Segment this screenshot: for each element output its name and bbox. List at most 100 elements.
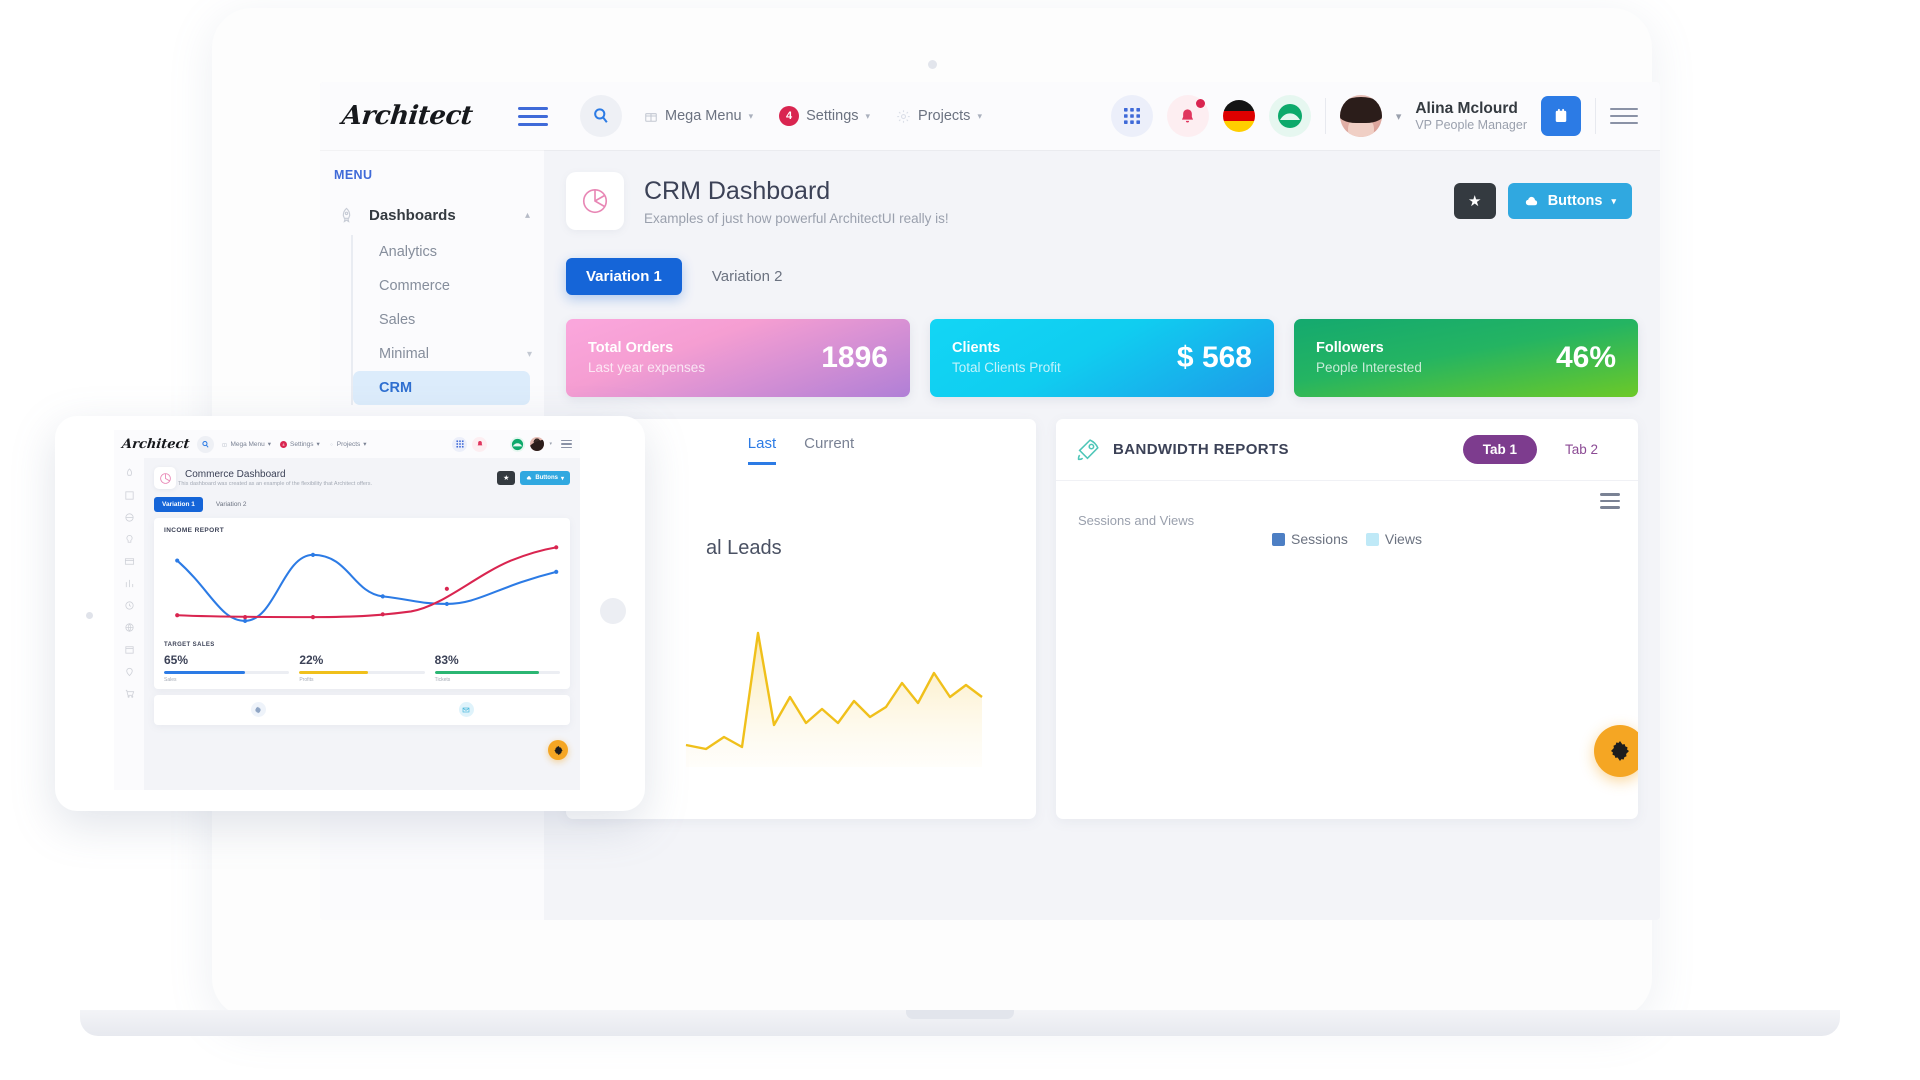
pin-icon[interactable] xyxy=(124,666,135,677)
tab-2[interactable]: Tab 2 xyxy=(1545,435,1618,464)
nav-item-mega-menu[interactable]: Mega Menu ▾ xyxy=(644,108,753,124)
app-logo[interactable]: Architect xyxy=(340,101,519,131)
header-right-actions: ▾ Alina Mclourd VP People Manager xyxy=(1110,95,1638,137)
user-menu-chevron-icon[interactable]: ▾ xyxy=(1396,110,1402,123)
tablet-search-icon[interactable] xyxy=(197,435,215,453)
stat-card-total-orders[interactable]: Total Orders Last year expenses 1896 xyxy=(566,319,910,397)
tablet-avatar[interactable] xyxy=(530,437,545,451)
tablet-tab-variation-2[interactable]: Variation 2 xyxy=(208,497,255,512)
metric-value-tickets: 83% xyxy=(434,653,459,667)
pie-chart-icon xyxy=(566,172,624,230)
chart-icon[interactable] xyxy=(124,578,135,589)
sidebar-item-crm[interactable]: CRM xyxy=(353,371,530,405)
status-avatar-icon[interactable] xyxy=(1268,95,1311,137)
header-menu-icon[interactable] xyxy=(1610,108,1638,124)
gear-icon xyxy=(553,745,563,755)
mail-icon xyxy=(458,702,474,717)
settings-fab-button[interactable] xyxy=(1594,725,1638,777)
stat-cards-row: Total Orders Last year expenses 1896 Cli… xyxy=(544,295,1660,397)
search-icon[interactable] xyxy=(580,95,622,137)
tablet-apps-grid-icon[interactable] xyxy=(452,436,468,452)
bulb-icon[interactable] xyxy=(124,534,135,545)
bandwidth-panel-title: BANDWIDTH REPORTS xyxy=(1113,441,1289,458)
apps-icon[interactable] xyxy=(124,512,135,523)
sidebar-label-dashboards: Dashboards xyxy=(369,207,456,224)
apps-grid-icon[interactable] xyxy=(1110,95,1153,137)
card-icon[interactable] xyxy=(124,556,135,567)
nav-item-settings[interactable]: 4 Settings ▾ xyxy=(779,106,870,126)
tablet-logo[interactable]: Architect xyxy=(121,437,190,452)
tablet-buttons-label: Buttons xyxy=(535,475,558,481)
tablet-header-right: ▾ xyxy=(452,436,572,452)
income-report-title: INCOME REPORT xyxy=(164,527,225,534)
tab-current[interactable]: Current xyxy=(804,435,854,465)
buttons-dropdown-button[interactable]: Buttons ▾ xyxy=(1507,183,1632,219)
nav-item-projects[interactable]: Projects ▾ xyxy=(896,108,982,124)
tablet-nav-mega-menu[interactable]: Mega Menu ▾ xyxy=(222,440,271,448)
screenshot-stage: Architect Mega Menu ▾ 4 Settings ▾ Proje… xyxy=(0,0,1920,1080)
tablet-menu-icon[interactable] xyxy=(561,440,572,448)
language-flag-icon[interactable] xyxy=(1222,100,1255,132)
gear-icon xyxy=(250,702,266,717)
tablet-star-button[interactable]: ★ xyxy=(497,471,516,485)
sidebar-item-commerce[interactable]: Commerce xyxy=(353,269,544,303)
calendar-icon[interactable] xyxy=(124,644,135,655)
tablet-buttons-dropdown[interactable]: Buttons ▾ xyxy=(520,471,570,485)
chart-caption: Sessions and Views xyxy=(1078,513,1195,528)
star-button[interactable]: ★ xyxy=(1453,183,1496,219)
sidebar-group-dashboards[interactable]: Dashboards ▴ xyxy=(320,196,544,235)
metric-value-sales: 65% xyxy=(164,653,189,667)
tab-last[interactable]: Last xyxy=(747,435,777,465)
tablet-page-header: Commerce Dashboard This dashboard was cr… xyxy=(144,458,580,497)
cloud-icon xyxy=(1525,196,1537,205)
globe-icon[interactable] xyxy=(124,622,135,633)
calendar-button[interactable] xyxy=(1541,96,1581,136)
sidebar-label-minimal: Minimal xyxy=(379,346,429,362)
box-icon[interactable] xyxy=(124,490,135,501)
tablet-nav-settings[interactable]: 4 Settings ▾ xyxy=(280,440,320,448)
tablet-variation-tabs: Variation 1 Variation 2 xyxy=(144,497,580,518)
chevron-down-icon: ▾ xyxy=(865,110,871,121)
clock-icon[interactable] xyxy=(124,600,135,611)
tab-1[interactable]: Tab 1 xyxy=(1462,435,1537,464)
tab-variation-2[interactable]: Variation 2 xyxy=(692,258,803,295)
tablet-nav-projects[interactable]: Projects ▾ xyxy=(329,440,367,448)
sidebar-item-analytics[interactable]: Analytics xyxy=(353,235,544,269)
stat-card-followers[interactable]: Followers People Interested 46% xyxy=(1294,319,1638,397)
gear-icon xyxy=(897,109,910,123)
cart-icon[interactable] xyxy=(124,688,135,699)
notifications-bell-icon[interactable] xyxy=(1166,95,1209,137)
sidebar-item-minimal[interactable]: Minimal ▾ xyxy=(353,337,544,371)
legend-item-sessions[interactable]: Sessions xyxy=(1272,531,1348,547)
tablet-user-chevron-icon[interactable]: ▾ xyxy=(549,441,552,447)
tablet-main: Commerce Dashboard This dashboard was cr… xyxy=(144,458,580,790)
tablet-settings-fab[interactable] xyxy=(548,740,568,760)
tablet-tab-variation-1[interactable]: Variation 1 xyxy=(154,497,203,512)
bandwidth-panel-tabs: Tab 1 Tab 2 xyxy=(1462,435,1618,464)
tablet-flag-icon[interactable] xyxy=(492,438,505,451)
legend-swatch-sessions xyxy=(1272,532,1286,546)
legend-item-views[interactable]: Views xyxy=(1365,531,1422,547)
sidebar-item-sales[interactable]: Sales xyxy=(353,303,544,337)
tablet-settings-badge: 4 xyxy=(280,440,288,448)
tablet-home-button[interactable] xyxy=(600,598,626,624)
header-divider-2 xyxy=(1595,98,1596,134)
stat-value-total-orders: 1896 xyxy=(821,341,888,374)
page-header: CRM Dashboard Examples of just how power… xyxy=(544,150,1660,250)
tablet-widget-settings[interactable] xyxy=(154,695,362,725)
avatar[interactable] xyxy=(1339,95,1382,137)
rocket-icon[interactable] xyxy=(124,468,135,479)
page-subtitle: Examples of just how powerful ArchitectU… xyxy=(644,210,949,226)
sidebar-toggle-icon[interactable] xyxy=(518,106,548,126)
tablet-nav-label-projects: Projects xyxy=(336,440,361,448)
tablet-bell-icon[interactable] xyxy=(472,436,488,452)
sidebar-label-analytics: Analytics xyxy=(379,244,438,260)
stat-subtitle-clients: Total Clients Profit xyxy=(952,359,1061,375)
stat-card-clients[interactable]: Clients Total Clients Profit $ 568 xyxy=(930,319,1274,397)
tablet-nav-label-settings: Settings xyxy=(290,440,314,448)
tab-variation-1[interactable]: Variation 1 xyxy=(566,258,682,295)
tablet-widget-mail[interactable] xyxy=(362,695,570,725)
chart-menu-icon[interactable] xyxy=(1600,493,1620,513)
tablet-status-avatar-icon[interactable] xyxy=(510,436,526,452)
tablet-sidebar xyxy=(114,458,144,790)
